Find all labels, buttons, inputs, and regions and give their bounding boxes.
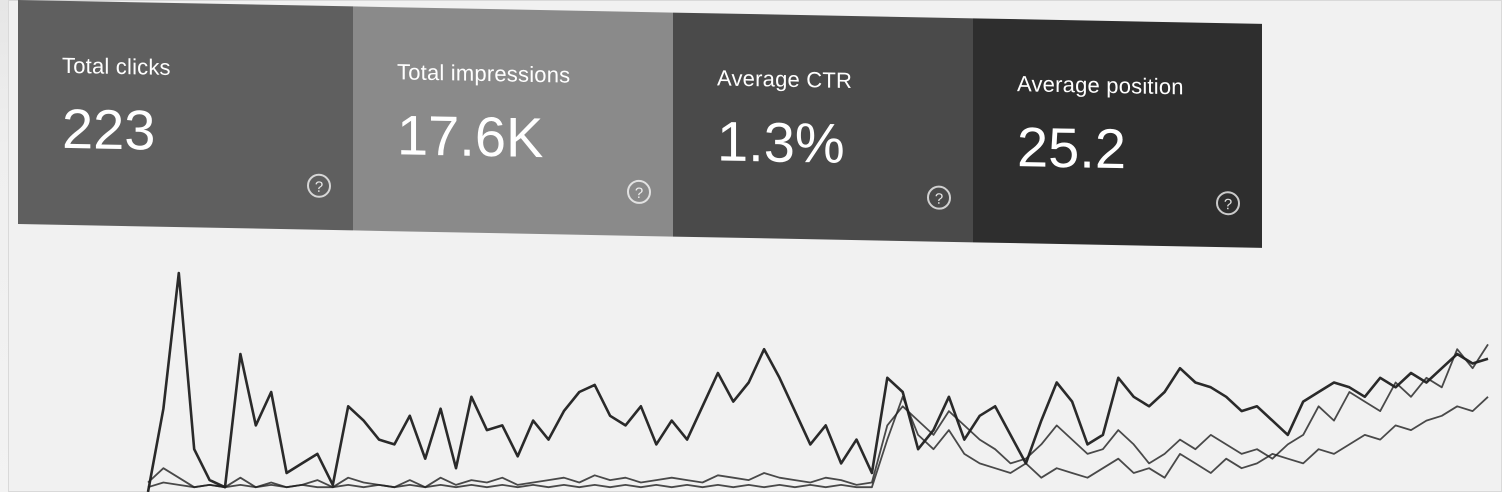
metric-label: Average position <box>1017 71 1184 100</box>
metric-average-position[interactable]: Average position 25.2 ? <box>973 18 1262 248</box>
help-icon[interactable]: ? <box>307 173 331 199</box>
metric-label: Total impressions <box>397 59 571 88</box>
performance-line-chart <box>146 271 1489 492</box>
performance-chart <box>8 224 1502 492</box>
metric-value: 1.3% <box>717 109 845 175</box>
help-icon[interactable]: ? <box>1216 191 1240 216</box>
series-line-3 <box>147 395 1489 489</box>
help-icon[interactable]: ? <box>927 185 951 210</box>
series-line-2 <box>147 343 1489 489</box>
metric-value: 17.6K <box>397 103 544 170</box>
metric-average-ctr[interactable]: Average CTR 1.3% ? <box>673 12 973 243</box>
metric-total-clicks[interactable]: Total clicks 223 ? <box>18 0 353 231</box>
help-icon[interactable]: ? <box>627 179 651 205</box>
screen: Total clicks 223 ? Total impressions 17.… <box>0 0 1502 492</box>
metric-total-impressions[interactable]: Total impressions 17.6K ? <box>353 6 673 237</box>
metric-value: 25.2 <box>1017 115 1126 181</box>
metric-label: Total clicks <box>62 52 171 80</box>
performance-panel: Total clicks 223 ? Total impressions 17.… <box>8 0 1502 492</box>
metric-label: Average CTR <box>717 65 853 94</box>
metric-value: 223 <box>62 96 156 162</box>
metric-cards: Total clicks 223 ? Total impressions 17.… <box>18 0 1262 248</box>
